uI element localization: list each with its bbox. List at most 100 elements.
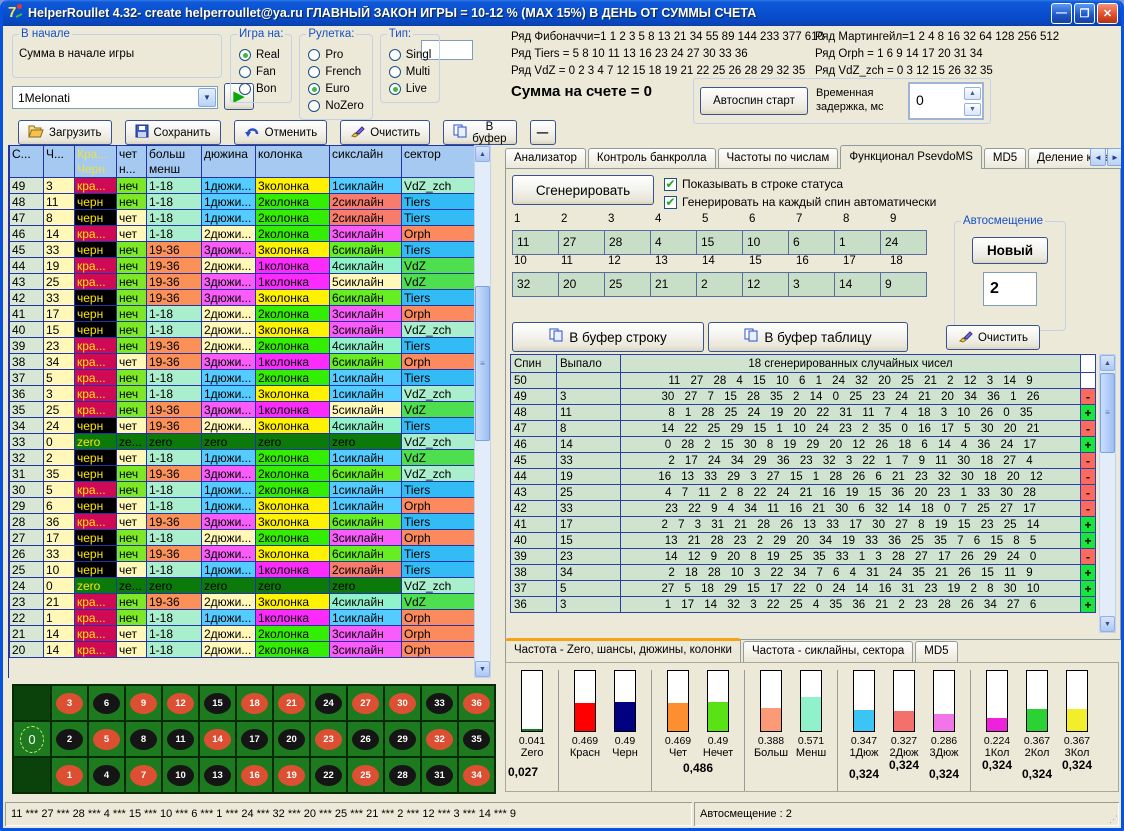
table-row[interactable]: 305кра...неч1-181дюжи...2колонка1сиклайн… <box>10 482 475 498</box>
toolbar-button-open-folder-icon[interactable]: Загрузить <box>18 120 112 145</box>
table-row[interactable]: 3525кра...неч19-363дюжи...1колонка5сикла… <box>10 402 475 418</box>
chevron-down-icon[interactable]: ▼ <box>198 88 216 107</box>
radio-option-live[interactable]: Live <box>389 83 432 95</box>
roulette-cell-15[interactable]: 15 <box>200 686 235 720</box>
roulette-cell-36[interactable]: 36 <box>459 686 494 720</box>
roulette-cell-17[interactable]: 17 <box>237 722 272 756</box>
scroll-down-icon[interactable]: ▼ <box>1100 616 1115 632</box>
resize-grip[interactable]: ⋰ <box>1109 814 1119 825</box>
table-row[interactable]: 221кра...неч1-181дюжи...1колонка1сиклайн… <box>10 610 475 626</box>
scrollbar-thumb[interactable]: ≡ <box>475 286 490 441</box>
tab-частоты-по-числам[interactable]: Частоты по числам <box>718 148 839 169</box>
history-scrollbar[interactable]: ▲ ≡ ▼ <box>474 145 491 678</box>
roulette-cell-29[interactable]: 29 <box>385 722 420 756</box>
table-row[interactable]: 49330 27 7 15 28 35 2 14 0 25 23 24 21 2… <box>511 389 1096 405</box>
radio-option-real[interactable]: Real <box>239 49 283 61</box>
checkbox-option[interactable]: ✔Показывать в строке статуса <box>664 177 936 191</box>
roulette-cell-2[interactable]: 2 <box>52 722 87 756</box>
table-row[interactable]: 2836кра...чет19-363дюжи...3колонка6сикла… <box>10 514 475 530</box>
roulette-cell-13[interactable]: 13 <box>200 758 235 792</box>
copy-row-button[interactable]: В буфер строку <box>512 322 704 352</box>
roulette-cell-10[interactable]: 10 <box>163 758 198 792</box>
tab-анализатор[interactable]: Анализатор <box>505 148 586 169</box>
table-row[interactable]: 330zeroze...zerozerozerozeroVdZ_zch <box>10 434 475 450</box>
generated-table-scrollbar[interactable]: ▲ ≡ ▼ <box>1099 354 1116 633</box>
table-row[interactable]: 41172 7 3 31 21 28 26 13 33 17 30 27 8 1… <box>511 517 1096 533</box>
toolbar-button-floppy-icon[interactable]: Сохранить <box>125 120 221 145</box>
table-row[interactable]: 2014кра...чет1-182дюжи...2колонка3сиклай… <box>10 642 475 658</box>
table-row[interactable]: 3923кра...неч19-362дюжи...2колонка4сикла… <box>10 338 475 354</box>
roulette-cell-32[interactable]: 32 <box>422 722 457 756</box>
roulette-cell-6[interactable]: 6 <box>89 686 124 720</box>
roulette-cell-5[interactable]: 5 <box>89 722 124 756</box>
table-row[interactable]: 2321кра...неч19-362дюжи...3колонка4сикла… <box>10 594 475 610</box>
roulette-cell-20[interactable]: 20 <box>274 722 309 756</box>
roulette-cell-33[interactable]: 33 <box>422 686 457 720</box>
roulette-cell-14[interactable]: 14 <box>200 722 235 756</box>
roulette-cell-3[interactable]: 3 <box>52 686 87 720</box>
radio-option-pro[interactable]: Pro <box>308 49 363 61</box>
table-row[interactable]: 375кра...неч1-181дюжи...2колонка1сиклайн… <box>10 370 475 386</box>
table-row[interactable]: 478чернчет1-181дюжи...2колонка2сиклайнTi… <box>10 210 475 226</box>
roulette-cell-34[interactable]: 34 <box>459 758 494 792</box>
spinner-up-icon[interactable]: ▲ <box>964 87 981 100</box>
roulette-cell-21[interactable]: 21 <box>274 686 309 720</box>
roulette-cell-9[interactable]: 9 <box>126 686 161 720</box>
table-row[interactable]: 441916 13 33 29 3 27 15 1 28 26 6 21 23 … <box>511 469 1096 485</box>
roulette-cell-18[interactable]: 18 <box>237 686 272 720</box>
roulette-cell-12[interactable]: 12 <box>163 686 198 720</box>
table-row[interactable]: 392314 12 9 20 8 19 25 35 33 1 3 28 27 1… <box>511 549 1096 565</box>
roulette-cell-16[interactable]: 16 <box>237 758 272 792</box>
table-row[interactable]: 4325кра...неч19-363дюжи...1колонка5сикла… <box>10 274 475 290</box>
table-row[interactable]: 38342 18 28 10 3 22 34 7 6 4 31 24 35 21… <box>511 565 1096 581</box>
table-row[interactable]: 3631 17 14 32 3 22 25 4 35 36 21 2 23 28… <box>511 597 1096 613</box>
new-offset-button[interactable]: Новый <box>972 237 1048 264</box>
roulette-cell-26[interactable]: 26 <box>348 722 383 756</box>
roulette-cell-25[interactable]: 25 <box>348 758 383 792</box>
roulette-cell-24[interactable]: 24 <box>311 686 346 720</box>
copy-table-button[interactable]: В буфер таблицу <box>708 322 908 352</box>
offset-value-input[interactable] <box>983 272 1037 306</box>
roulette-cell-30[interactable]: 30 <box>385 686 420 720</box>
table-row[interactable]: 363кра...неч1-181дюжи...3колонка1сиклайн… <box>10 386 475 402</box>
table-row[interactable]: 4614кра...чет1-182дюжи...2колонка3сиклай… <box>10 226 475 242</box>
scroll-up-icon[interactable]: ▲ <box>1100 355 1115 371</box>
table-row[interactable]: 2114кра...чет1-182дюжи...2колонка3сиклай… <box>10 626 475 642</box>
table-row[interactable]: 296чернчет1-181дюжи...3колонка1сиклайнOr… <box>10 498 475 514</box>
table-row[interactable]: 423323 22 9 4 34 11 16 21 30 6 32 14 18 … <box>511 501 1096 517</box>
roulette-cell-35[interactable]: 35 <box>459 722 494 756</box>
table-row[interactable]: 47814 22 25 29 15 1 10 24 23 2 35 0 16 1… <box>511 421 1096 437</box>
roulette-cell-0[interactable]: 0 <box>14 722 50 756</box>
scroll-up-icon[interactable]: ▲ <box>475 146 490 162</box>
table-row[interactable]: 2510чернчет1-181дюжи...1колонка2сиклайнT… <box>10 562 475 578</box>
radio-option-nozero[interactable]: NoZero <box>308 100 363 112</box>
table-row[interactable]: 4533черннеч19-363дюжи...3колонка6сиклайн… <box>10 242 475 258</box>
tab-md5[interactable]: MD5 <box>984 148 1026 169</box>
tab-частота-сиклайны-сектора[interactable]: Частота - сиклайны, сектора <box>743 641 913 662</box>
roulette-cell-11[interactable]: 11 <box>163 722 198 756</box>
table-row[interactable]: 2633черннеч19-363дюжи...3колонка6сиклайн… <box>10 546 475 562</box>
tab-функционал-psevdoms[interactable]: Функционал PsevdoMS <box>840 145 982 169</box>
roulette-cell-4[interactable]: 4 <box>89 758 124 792</box>
toolbar-button-undo-icon[interactable]: Отменить <box>234 120 328 145</box>
roulette-cell-7[interactable]: 7 <box>126 758 161 792</box>
table-row[interactable]: 4117черннеч1-182дюжи...2колонка3сиклайнO… <box>10 306 475 322</box>
spinner-down-icon[interactable]: ▼ <box>964 103 981 116</box>
checkbox-option[interactable]: ✔Генерировать на каждый спин автоматичес… <box>664 195 936 209</box>
preset-combo[interactable]: 1Melonati ▼ <box>12 86 218 109</box>
table-row[interactable]: 2717черннеч1-182дюжи...2колонка3сиклайнO… <box>10 530 475 546</box>
roulette-cell-19[interactable]: 19 <box>274 758 309 792</box>
generate-button[interactable]: Сгенерировать <box>512 175 654 205</box>
radio-option-multi[interactable]: Multi <box>389 66 432 78</box>
table-row[interactable]: 401513 21 28 23 2 29 20 34 19 33 36 25 3… <box>511 533 1096 549</box>
table-row[interactable]: 45332 17 24 34 29 36 23 32 3 22 1 7 9 11… <box>511 453 1096 469</box>
tab-scroll-left-icon[interactable]: ◄ <box>1090 148 1106 166</box>
maximize-button[interactable]: ❐ <box>1074 3 1095 24</box>
table-row[interactable]: 4419кра...неч19-362дюжи...1колонка4сикла… <box>10 258 475 274</box>
table-row[interactable]: 4811черннеч1-181дюжи...2колонка2сиклайнT… <box>10 194 475 210</box>
roulette-cell-23[interactable]: 23 <box>311 722 346 756</box>
roulette-cell-8[interactable]: 8 <box>126 722 161 756</box>
table-row[interactable]: 5011 27 28 4 15 10 6 1 24 32 20 25 21 2 … <box>511 373 1096 389</box>
tab-scroll-right-icon[interactable]: ► <box>1107 148 1123 166</box>
radio-option-fan[interactable]: Fan <box>239 66 283 78</box>
